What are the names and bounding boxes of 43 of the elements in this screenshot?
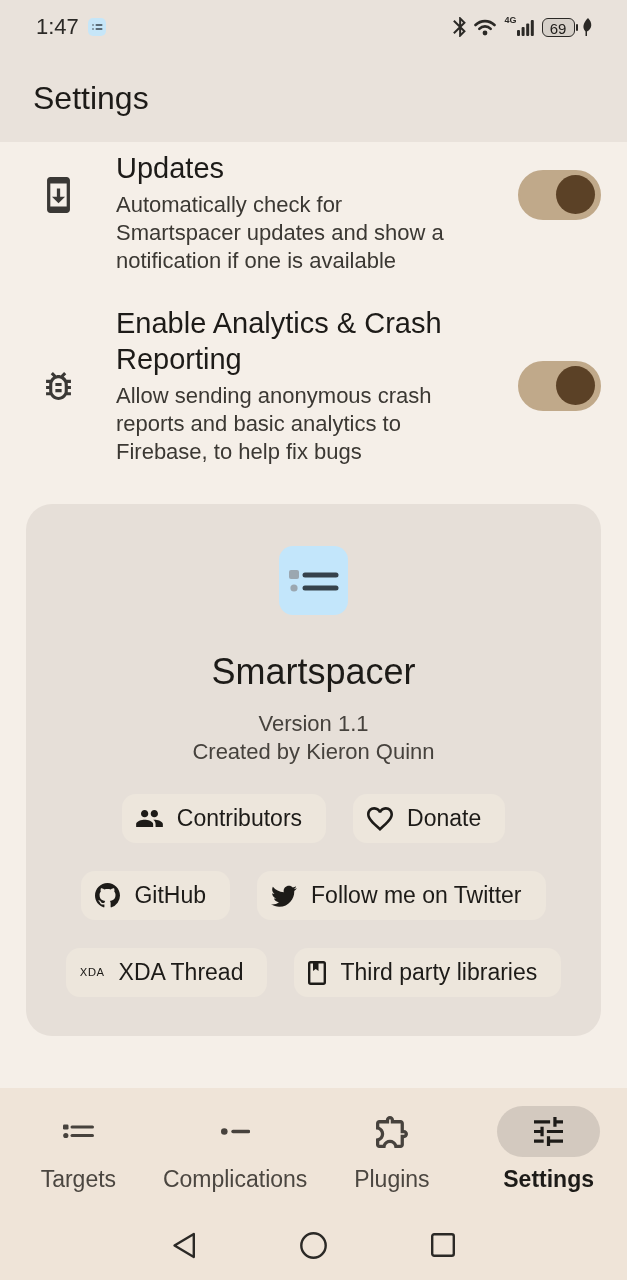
- leaf-icon: [582, 18, 593, 36]
- screen-title: Settings: [32, 79, 150, 118]
- setting-description: Automatically check for Smartspacer updates and show a notification if one is available: [116, 191, 445, 275]
- author-text: Created by Kieron Quinn: [192, 738, 435, 766]
- recents-icon[interactable]: [431, 1233, 455, 1257]
- status-time: 1:47: [36, 14, 79, 40]
- back-icon[interactable]: [172, 1231, 196, 1259]
- setting-description: Allow sending anonymous crash reports and basic analytics to Firebase, to help fix bugs: [116, 382, 433, 466]
- bug-icon: [45, 371, 71, 400]
- toggle-switch[interactable]: [518, 169, 601, 220]
- home-icon[interactable]: [300, 1231, 327, 1259]
- bird-icon: [271, 884, 298, 907]
- dot-dash-icon: [220, 1128, 250, 1135]
- wifi-icon: [474, 18, 497, 36]
- phone-download-icon: [46, 176, 70, 213]
- link-button[interactable]: GitHub: [81, 871, 231, 920]
- people-icon: [135, 810, 163, 827]
- nav-tab[interactable]: Settings: [470, 1106, 627, 1193]
- app-list-icon: [279, 546, 348, 615]
- battery-indicator: 69: [541, 17, 578, 37]
- link-button[interactable]: Contributors: [121, 794, 327, 843]
- link-button[interactable]: Donate: [353, 794, 506, 843]
- link-button[interactable]: XDA XDA Thread: [65, 948, 268, 997]
- sliders-icon: [534, 1117, 564, 1146]
- list-app-icon: [87, 18, 106, 36]
- bullet-list-icon: [62, 1124, 94, 1139]
- bluetooth-icon: [453, 17, 467, 37]
- app-name: Smartspacer: [211, 650, 416, 694]
- setting-title: Enable Analytics & Crash Reporting: [116, 306, 443, 377]
- heart-icon: [367, 806, 394, 831]
- network-type: 4G: [504, 15, 517, 25]
- xda-logo: XDA: [79, 966, 105, 979]
- nav-tab[interactable]: Targets: [0, 1106, 157, 1193]
- link-button[interactable]: Follow me on Twitter: [257, 871, 546, 920]
- nav-tab[interactable]: Plugins: [313, 1106, 471, 1193]
- nav-tab[interactable]: Complications: [156, 1106, 314, 1193]
- book-icon: [308, 960, 327, 985]
- signal-icon: [516, 20, 534, 36]
- puzzle-piece-icon: [375, 1115, 408, 1148]
- version-text: Version 1.1: [258, 710, 369, 738]
- toggle-switch[interactable]: [518, 360, 601, 411]
- link-button[interactable]: Third party libraries: [294, 948, 562, 997]
- setting-title: Updates: [116, 151, 225, 186]
